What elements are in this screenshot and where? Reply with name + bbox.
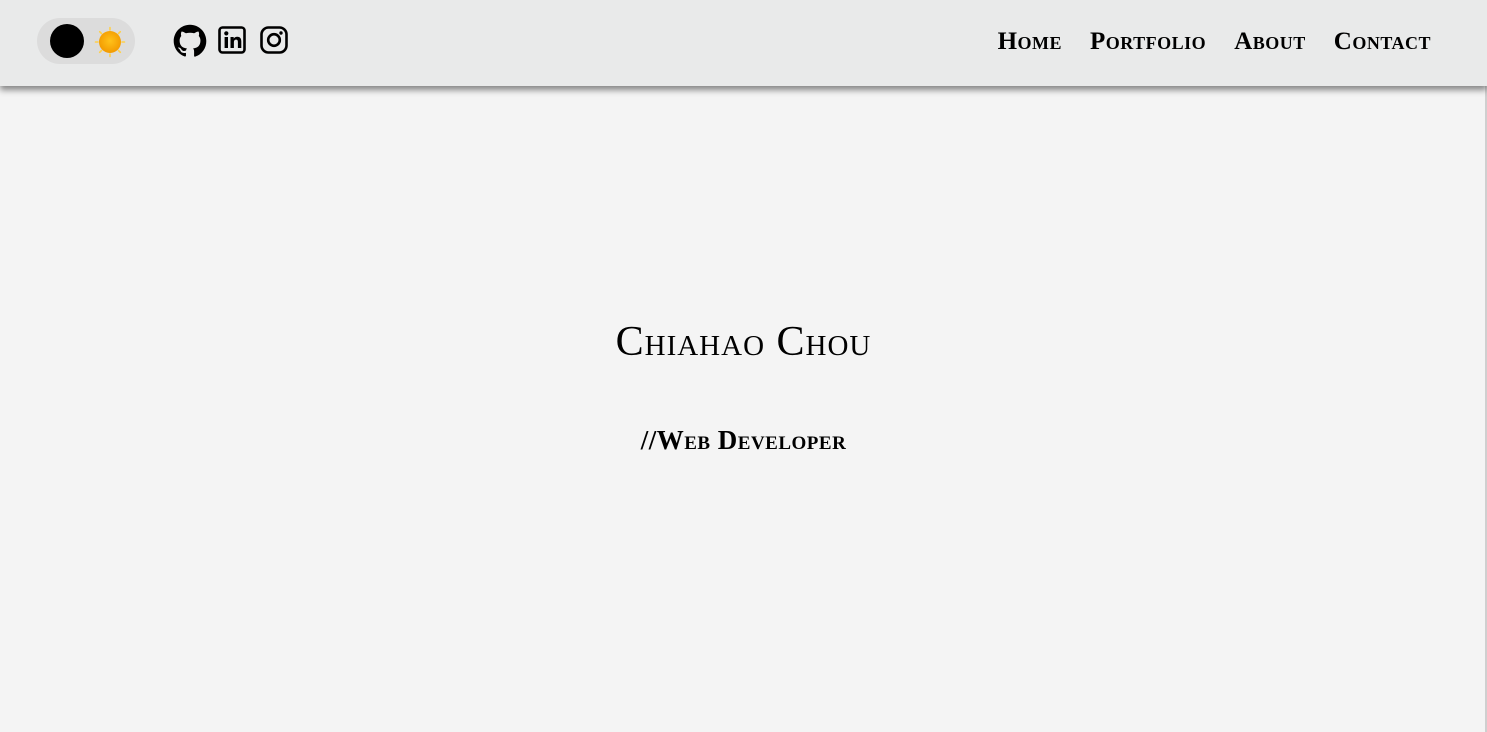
github-icon[interactable] bbox=[173, 24, 207, 58]
instagram-icon[interactable] bbox=[258, 24, 292, 58]
sun-icon[interactable] bbox=[94, 26, 126, 58]
linkedin-icon[interactable] bbox=[216, 24, 250, 58]
nav-link-contact[interactable]: Contact bbox=[1334, 28, 1431, 56]
nav-link-home[interactable]: Home bbox=[998, 28, 1062, 56]
dark-mode-circle-icon bbox=[50, 24, 84, 58]
navbar: Home Portfolio About Contact bbox=[0, 0, 1487, 86]
nav-link-portfolio[interactable]: Portfolio bbox=[1090, 28, 1206, 56]
hero-role: //Web Developer bbox=[640, 425, 847, 455]
hero-name: Chiahao Chou bbox=[615, 319, 872, 365]
nav-link-about[interactable]: About bbox=[1234, 28, 1306, 56]
main-nav: Home Portfolio About Contact bbox=[998, 28, 1431, 56]
